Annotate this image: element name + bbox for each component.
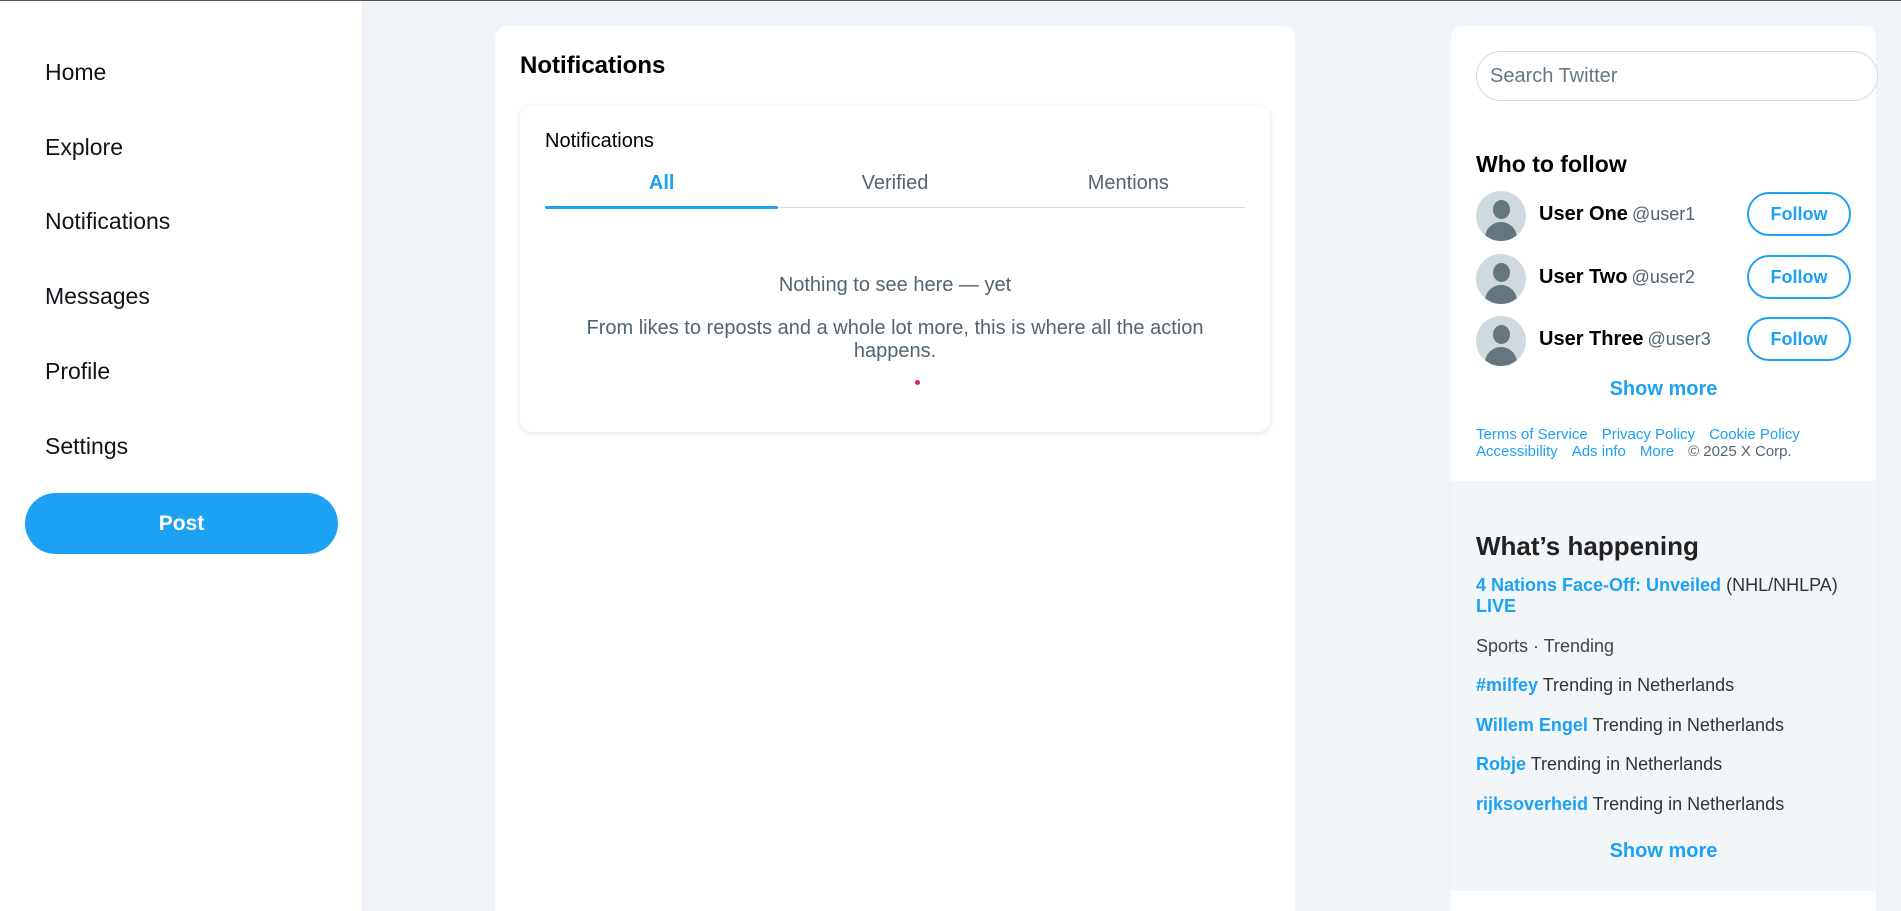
trend-suffix: (NHL/NHLPA) <box>1726 575 1838 595</box>
sidebar-item-messages[interactable]: Messages <box>45 283 150 310</box>
trend-tag[interactable]: Willem Engel <box>1476 715 1588 735</box>
user-name[interactable]: User Two @user2 <box>1539 266 1695 289</box>
footer-links: Terms of Service Privacy Policy Cookie Pol… <box>1476 426 1856 460</box>
post-button[interactable]: Post <box>25 493 338 554</box>
more-link[interactable]: More <box>1640 443 1674 460</box>
user-name[interactable]: User One @user1 <box>1539 203 1695 226</box>
live-badge[interactable]: LIVE <box>1476 596 1516 616</box>
main-column: Notifications Notifications All Verified… <box>495 26 1295 911</box>
user-display-name[interactable]: User Three <box>1539 328 1644 350</box>
terms-link[interactable]: Terms of Service <box>1476 426 1588 443</box>
trend-item[interactable]: Willem Engel Trending in Netherlands <box>1476 715 1861 736</box>
avatar[interactable] <box>1476 316 1526 366</box>
trend-tag[interactable]: 4 Nations Face-Off: Unveiled <box>1476 575 1721 595</box>
notification-tabs: All Verified Mentions <box>545 164 1245 209</box>
accessibility-link[interactable]: Accessibility <box>1476 443 1558 460</box>
tab-all[interactable]: All <box>545 164 779 209</box>
sidebar-item-home[interactable]: Home <box>45 59 106 86</box>
trend-item[interactable]: rijksoverheid Trending in Netherlands <box>1476 794 1861 815</box>
copyright: © 2025 X Corp. <box>1688 443 1792 460</box>
trend-tag[interactable]: rijksoverheid <box>1476 794 1588 814</box>
follow-suggestion: User One @user1 Follow <box>1476 191 1851 243</box>
search-input[interactable] <box>1476 51 1878 101</box>
trend-meta: Sports · Trending <box>1476 636 1615 656</box>
trend-suffix: Trending in Netherlands <box>1592 715 1784 735</box>
user-name[interactable]: User Three @user3 <box>1539 328 1711 351</box>
ads-info-link[interactable]: Ads info <box>1572 443 1626 460</box>
avatar[interactable] <box>1476 254 1526 304</box>
user-display-name[interactable]: User One <box>1539 203 1628 225</box>
cursor-dot-icon <box>915 380 920 385</box>
sidebar-item-settings[interactable]: Settings <box>45 433 128 460</box>
trend-tag[interactable]: Robje <box>1476 754 1526 774</box>
who-to-follow-title: Who to follow <box>1476 151 1627 177</box>
trend-item[interactable]: Robje Trending in Netherlands <box>1476 754 1861 775</box>
right-column: Who to follow User One@user1 Follow User… <box>1451 26 1878 911</box>
who-to-follow-show-more-link[interactable]: Show more <box>1476 378 1851 401</box>
sidebar: Home Explore Notifications Messages Prof… <box>0 1 363 911</box>
happening-show-more-link[interactable]: Show more <box>1476 840 1851 863</box>
trend-item[interactable]: #milfey Trending in Netherlands <box>1476 675 1861 696</box>
trend-suffix: Trending in Netherlands <box>1592 794 1785 814</box>
whats-happening-panel: What’s happening 4 Nations Face-Off: Unv… <box>1451 481 1876 891</box>
trend-suffix: Trending in Netherlands <box>1530 754 1723 774</box>
privacy-link[interactable]: Privacy Policy <box>1602 426 1695 443</box>
user-handle: @user1 <box>1631 204 1696 224</box>
sidebar-item-explore[interactable]: Explore <box>45 134 123 161</box>
card-label: Notifications <box>545 130 654 152</box>
empty-state-title: Nothing to see here — yet <box>778 274 1012 296</box>
follow-button[interactable]: Follow <box>1747 317 1851 361</box>
avatar[interactable] <box>1476 191 1526 241</box>
follow-button[interactable]: Follow <box>1747 192 1851 236</box>
user-handle: @user3 <box>1647 329 1711 349</box>
user-handle: @user2 <box>1631 267 1695 287</box>
tab-verified[interactable]: Verified <box>778 164 1011 207</box>
user-display-name[interactable]: User Two <box>1539 266 1628 288</box>
cookie-link[interactable]: Cookie Policy <box>1709 426 1800 443</box>
tab-mentions[interactable]: Mentions <box>1012 164 1245 207</box>
trend-suffix: Trending in Netherlands <box>1542 675 1735 695</box>
follow-suggestion: User Two @user2 Follow <box>1476 254 1851 306</box>
sidebar-item-profile[interactable]: Profile <box>45 358 110 385</box>
trend-tag[interactable]: #milfey <box>1476 675 1538 695</box>
whats-happening-title: What’s happening <box>1476 531 1699 561</box>
page-title: Notifications <box>520 52 666 79</box>
sidebar-item-notifications[interactable]: Notifications <box>45 208 170 235</box>
notifications-card: Notifications All Verified Mentions Noth… <box>520 106 1270 432</box>
follow-suggestion: User Three @user3 Follow <box>1476 316 1851 368</box>
follow-button[interactable]: Follow <box>1747 255 1851 299</box>
trend-item[interactable]: 4 Nations Face-Off: Unveiled (NHL/NHLPA)… <box>1476 575 1861 617</box>
empty-state-text: From likes to reposts and a whole lot mo… <box>586 317 1204 362</box>
